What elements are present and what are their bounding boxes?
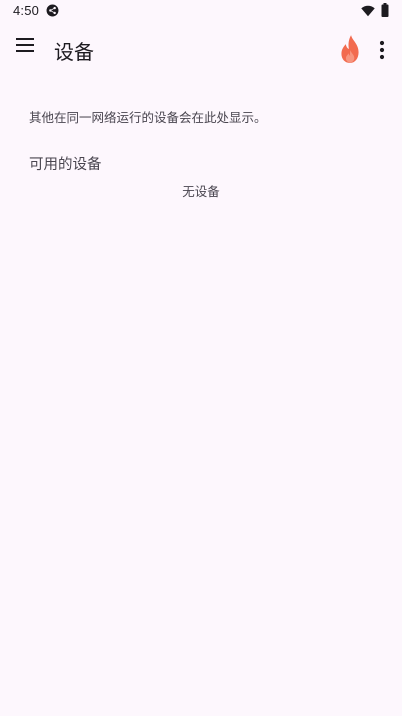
menu-button[interactable] xyxy=(10,30,40,60)
empty-devices-label: 无设备 xyxy=(182,184,220,199)
battery-icon xyxy=(381,3,389,17)
flame-icon[interactable] xyxy=(336,34,364,64)
hamburger-menu-icon xyxy=(16,38,34,52)
more-vert-icon[interactable] xyxy=(372,36,392,64)
share-icon xyxy=(46,4,59,17)
page-title: 设备 xyxy=(54,40,94,64)
wifi-icon xyxy=(361,5,375,17)
status-time: 4:50 xyxy=(13,3,40,18)
section-title-available-devices: 可用的设备 xyxy=(29,157,102,173)
app-bar: 设备 xyxy=(0,24,402,76)
status-bar: 4:50 xyxy=(0,0,402,24)
info-text: 其他在同一网络运行的设备会在此处显示。 xyxy=(29,110,267,125)
